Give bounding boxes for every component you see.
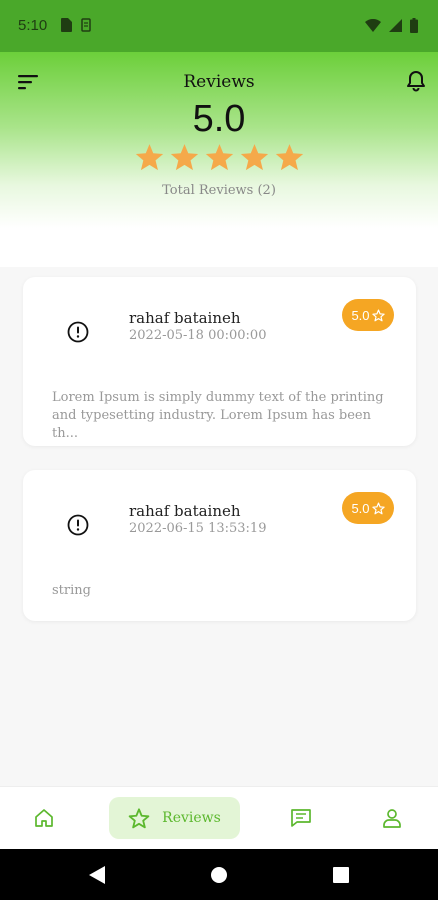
reviewer-name: rahaf bataineh (129, 309, 241, 327)
signal-icon (389, 19, 402, 32)
reviews-header: Reviews 5.0 Total Reviews (2) (0, 52, 438, 267)
nav-home[interactable] (28, 797, 60, 839)
profile-icon (383, 809, 401, 828)
alert-circle-icon (67, 514, 89, 536)
sim-card-icon (61, 18, 72, 32)
recents-square-icon (333, 866, 349, 883)
star-outline-icon (371, 501, 385, 514)
bell-icon (407, 71, 425, 92)
back-button[interactable] (82, 849, 112, 900)
status-bar: 5:10 (0, 0, 438, 52)
nav-profile[interactable] (376, 797, 408, 839)
page-title: Reviews (183, 72, 255, 92)
alert-circle-icon (67, 321, 89, 343)
nav-reviews[interactable]: Reviews (109, 797, 240, 839)
nav-reviews-label: Reviews (162, 810, 221, 826)
nav-messages[interactable] (285, 797, 317, 839)
battery-icon (410, 18, 418, 33)
reviewer-name: rahaf bataineh (129, 502, 241, 520)
review-date: 2022-06-15 13:53:19 (129, 521, 267, 536)
star-icon (205, 144, 233, 171)
review-card[interactable]: rahaf bataineh 2022-05-18 00:00:00 5.0 L… (23, 277, 416, 446)
system-navigation-bar (0, 849, 438, 900)
bottom-navigation: Reviews (0, 786, 438, 849)
rating-badge-value: 5.0 (351, 307, 370, 323)
home-icon (35, 809, 53, 827)
rating-badge: 5.0 (342, 492, 394, 524)
star-icon (275, 144, 303, 171)
storage-icon (81, 18, 91, 32)
recents-button[interactable] (326, 849, 356, 900)
message-icon (291, 809, 311, 827)
review-text: string (52, 583, 91, 598)
review-date: 2022-05-18 00:00:00 (129, 328, 267, 343)
star-outline-icon (371, 308, 385, 321)
star-icon (135, 144, 163, 171)
total-reviews: Total Reviews (2) (162, 183, 276, 198)
notification-icons (60, 18, 92, 32)
wifi-icon (365, 19, 381, 32)
rating-badge: 5.0 (342, 299, 394, 331)
home-circle-icon (211, 866, 227, 883)
star-icon (240, 144, 268, 171)
back-triangle-icon (89, 865, 105, 884)
star-icon (128, 807, 150, 828)
review-card[interactable]: rahaf bataineh 2022-06-15 13:53:19 5.0 s… (23, 470, 416, 621)
status-time: 5:10 (18, 17, 48, 34)
notifications-button[interactable] (406, 70, 428, 94)
star-icon (170, 144, 198, 171)
system-icons (365, 18, 418, 33)
rating-badge-value: 5.0 (351, 500, 370, 516)
home-button[interactable] (204, 849, 234, 900)
average-rating: 5.0 (192, 98, 246, 140)
review-text: Lorem Ipsum is simply dummy text of the … (52, 390, 384, 441)
rating-stars (0, 144, 438, 172)
